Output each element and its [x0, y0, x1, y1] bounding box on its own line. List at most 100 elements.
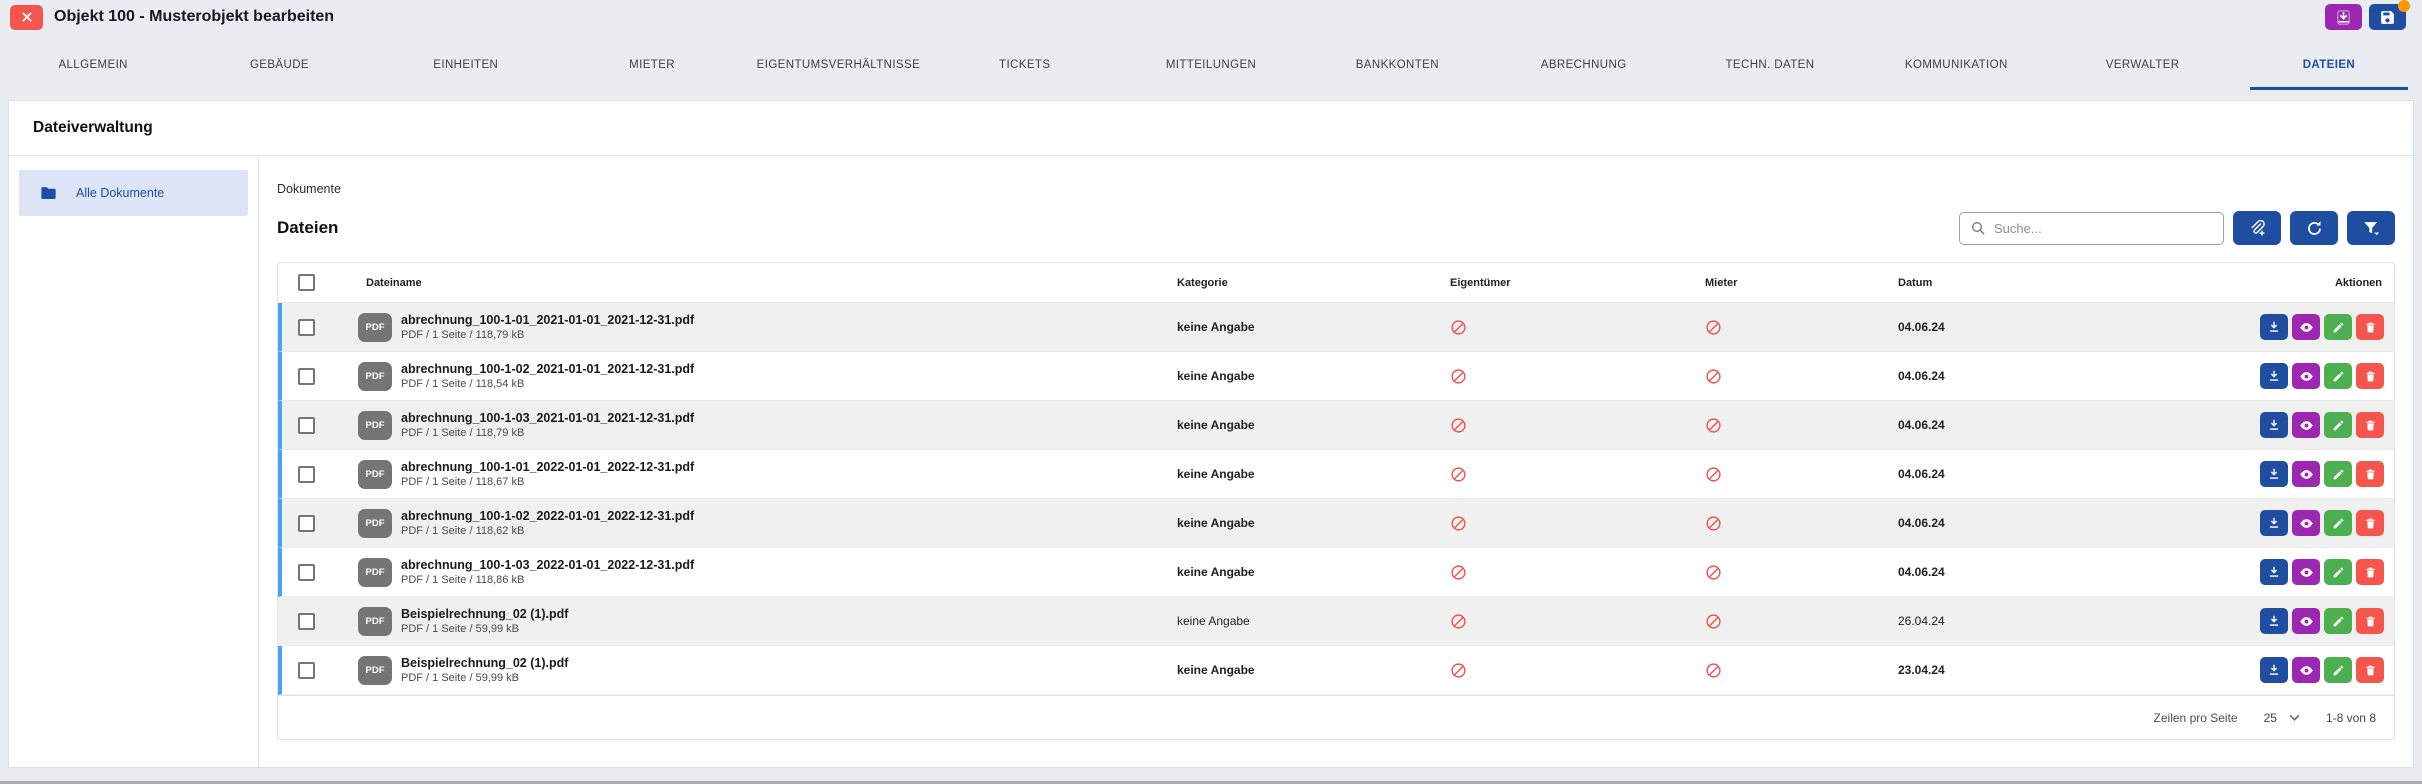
- edit-button[interactable]: [2324, 510, 2352, 536]
- row-checkbox[interactable]: [298, 367, 315, 385]
- delete-button[interactable]: [2356, 510, 2384, 536]
- file-name: abrechnung_100-1-02_2022-01-01_2022-12-3…: [401, 509, 695, 523]
- search-icon: [1972, 222, 1985, 235]
- delete-button[interactable]: [2356, 608, 2384, 634]
- unsaved-changes-badge: [2398, 0, 2410, 12]
- rows-per-page-label: Zeilen pro Seite: [2153, 710, 2238, 725]
- ban-icon: [1706, 319, 1721, 335]
- tab-verwalter[interactable]: VERWALTER: [2049, 34, 2235, 90]
- delete-button[interactable]: [2356, 657, 2384, 683]
- table-row[interactable]: PDF abrechnung_100-1-01_2021-01-01_2021-…: [278, 303, 2394, 352]
- tab-bar: ALLGEMEIN GEBÄUDE EINHEITEN MIETER EIGEN…: [0, 34, 2422, 90]
- view-button[interactable]: [2292, 412, 2320, 438]
- row-checkbox[interactable]: [298, 661, 315, 679]
- view-button[interactable]: [2292, 314, 2320, 340]
- table-row[interactable]: PDF abrechnung_100-1-03_2022-01-01_2022-…: [278, 548, 2394, 597]
- tab-kommunikation[interactable]: KOMMUNIKATION: [1863, 34, 2049, 90]
- pdf-file-icon: PDF: [358, 410, 392, 440]
- ban-icon: [1706, 613, 1721, 629]
- page-title: Dateiverwaltung: [33, 119, 153, 136]
- tab-label: EINHEITEN: [433, 59, 499, 71]
- edit-button[interactable]: [2324, 608, 2352, 634]
- row-checkbox[interactable]: [298, 465, 315, 483]
- eye-icon: [2299, 469, 2313, 479]
- delete-button[interactable]: [2356, 461, 2384, 487]
- edit-button[interactable]: [2324, 412, 2352, 438]
- table-row[interactable]: PDF abrechnung_100-1-02_2022-01-01_2022-…: [278, 499, 2394, 548]
- row-checkbox[interactable]: [298, 563, 315, 581]
- pencil-icon: [2333, 371, 2343, 381]
- row-checkbox[interactable]: [298, 612, 315, 630]
- edit-button[interactable]: [2324, 559, 2352, 585]
- table-row[interactable]: PDF abrechnung_100-1-01_2022-01-01_2022-…: [278, 450, 2394, 499]
- download-button[interactable]: [2260, 559, 2288, 585]
- row-actions: [2182, 608, 2394, 634]
- sidebar-item-alle-dokumente[interactable]: Alle Dokumente: [19, 170, 248, 216]
- tab-label: TECHN. DATEN: [1725, 59, 1815, 71]
- upload-attachment-button[interactable]: [2233, 211, 2281, 245]
- pencil-icon: [2333, 665, 2343, 675]
- download-button[interactable]: [2260, 314, 2288, 340]
- save-button[interactable]: [2369, 0, 2410, 30]
- tab-techn-daten[interactable]: TECHN. DATEN: [1677, 34, 1863, 90]
- rows-per-page-select[interactable]: 25: [2264, 711, 2300, 725]
- view-button[interactable]: [2292, 510, 2320, 536]
- edit-button[interactable]: [2324, 363, 2352, 389]
- table-row[interactable]: PDF Beispielrechnung_02 (1).pdf PDF / 1 …: [278, 597, 2394, 646]
- ban-icon: [1451, 662, 1466, 678]
- download-button[interactable]: [2260, 510, 2288, 536]
- delete-button[interactable]: [2356, 559, 2384, 585]
- view-button[interactable]: [2292, 363, 2320, 389]
- date-cell: 04.06.24: [1898, 418, 1945, 432]
- download-button[interactable]: [2260, 461, 2288, 487]
- download-button[interactable]: [2260, 608, 2288, 634]
- row-checkbox[interactable]: [298, 318, 315, 336]
- ban-icon: [1706, 417, 1721, 433]
- view-button[interactable]: [2292, 608, 2320, 634]
- delete-button[interactable]: [2356, 314, 2384, 340]
- table-row[interactable]: PDF abrechnung_100-1-02_2021-01-01_2021-…: [278, 352, 2394, 401]
- category-cell: keine Angabe: [1177, 467, 1255, 481]
- delete-button[interactable]: [2356, 412, 2384, 438]
- eye-icon: [2299, 420, 2313, 430]
- edit-button[interactable]: [2324, 657, 2352, 683]
- table-row[interactable]: PDF Beispielrechnung_02 (1).pdf PDF / 1 …: [278, 646, 2394, 695]
- table-row[interactable]: PDF abrechnung_100-1-03_2021-01-01_2021-…: [278, 401, 2394, 450]
- file-name: abrechnung_100-1-03_2021-01-01_2021-12-3…: [401, 411, 695, 425]
- view-button[interactable]: [2292, 461, 2320, 487]
- ban-icon: [1451, 417, 1466, 433]
- edit-button[interactable]: [2324, 314, 2352, 340]
- view-button[interactable]: [2292, 657, 2320, 683]
- tab-dateien[interactable]: DATEIEN: [2236, 34, 2422, 90]
- close-button[interactable]: [10, 4, 43, 30]
- row-checkbox[interactable]: [298, 416, 315, 434]
- filter-button[interactable]: [2347, 211, 2395, 245]
- download-button[interactable]: [2260, 657, 2288, 683]
- refresh-button[interactable]: [2290, 211, 2338, 245]
- owner-cell: [1432, 662, 1687, 679]
- row-actions: [2182, 510, 2394, 536]
- view-button[interactable]: [2292, 559, 2320, 585]
- category-cell: keine Angabe: [1177, 369, 1255, 383]
- tab-eigentumsverhältnisse[interactable]: EIGENTUMSVERHÄLTNISSE: [745, 34, 931, 90]
- delete-button[interactable]: [2356, 363, 2384, 389]
- tab-gebäude[interactable]: GEBÄUDE: [186, 34, 372, 90]
- tab-mitteilungen[interactable]: MITTEILUNGEN: [1118, 34, 1304, 90]
- edit-button[interactable]: [2324, 461, 2352, 487]
- tab-mieter[interactable]: MIETER: [559, 34, 745, 90]
- row-checkbox[interactable]: [298, 514, 315, 532]
- owner-cell: [1432, 564, 1687, 581]
- import-button[interactable]: [2325, 4, 2362, 30]
- tab-bankkonten[interactable]: BANKKONTEN: [1304, 34, 1490, 90]
- tab-abrechnung[interactable]: ABRECHNUNG: [1491, 34, 1677, 90]
- download-button[interactable]: [2260, 363, 2288, 389]
- tab-einheiten[interactable]: EINHEITEN: [373, 34, 559, 90]
- tab-allgemein[interactable]: ALLGEMEIN: [0, 34, 186, 90]
- refresh-icon: [2307, 220, 2321, 235]
- download-button[interactable]: [2260, 412, 2288, 438]
- tab-tickets[interactable]: TICKETS: [932, 34, 1118, 90]
- select-all-checkbox[interactable]: [298, 274, 315, 291]
- download-icon: [2269, 664, 2279, 675]
- search-input[interactable]: [1994, 220, 2213, 236]
- pencil-icon: [2333, 518, 2343, 528]
